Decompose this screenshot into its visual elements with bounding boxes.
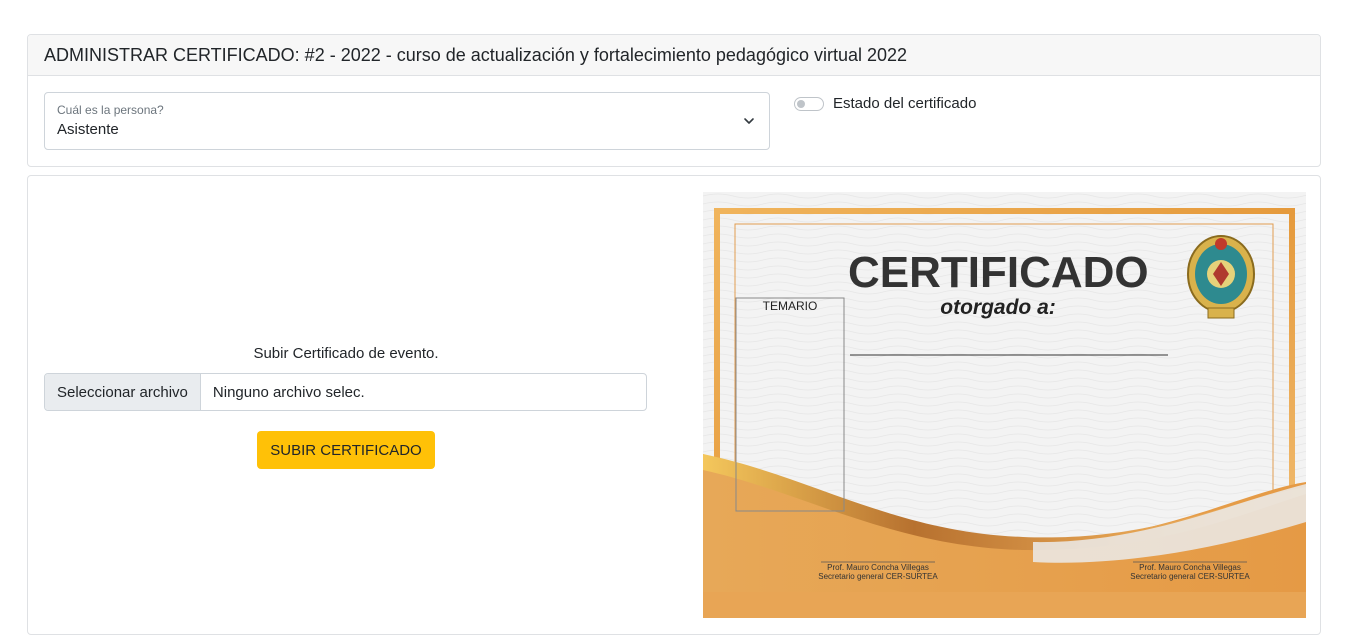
certificate-box-label: TEMARIO bbox=[762, 299, 818, 313]
signature-role-left: Secretario general CER-SURTEA bbox=[818, 572, 938, 581]
certificate-subtitle: otorgado a: bbox=[940, 296, 1056, 319]
status-toggle[interactable]: Estado del certificado bbox=[794, 95, 976, 112]
signature-role-right: Secretario general CER-SURTEA bbox=[1130, 572, 1250, 581]
file-input[interactable]: Seleccionar archivo Ninguno archivo sele… bbox=[44, 373, 647, 411]
signature-name-left: Prof. Mauro Concha Villegas bbox=[827, 563, 929, 572]
choose-file-button[interactable]: Seleccionar archivo bbox=[45, 374, 201, 410]
certificate-title: CERTIFICADO bbox=[848, 248, 1149, 297]
person-select-label: Cuál es la persona? bbox=[57, 103, 164, 117]
person-select-value: Asistente bbox=[57, 121, 119, 138]
upload-certificate-button[interactable]: SUBIR CERTIFICADO bbox=[257, 431, 435, 469]
page-title: ADMINISTRAR CERTIFICADO: #2 - 2022 - cur… bbox=[28, 35, 1320, 76]
person-select[interactable]: Cuál es la persona? Asistente bbox=[44, 92, 770, 150]
certificate-upload-card: Subir Certificado de evento. Seleccionar… bbox=[27, 175, 1321, 635]
status-toggle-switch[interactable] bbox=[794, 96, 824, 111]
file-name-display: Ninguno archivo selec. bbox=[212, 383, 365, 401]
certificate-preview: CERTIFICADO otorgado a: TEMARIO Prof. Ma… bbox=[703, 192, 1306, 618]
upload-section: Subir Certificado de evento. Seleccionar… bbox=[44, 344, 648, 469]
status-toggle-label: Estado del certificado bbox=[833, 95, 977, 112]
toggle-knob bbox=[797, 99, 805, 108]
chevron-down-icon bbox=[744, 118, 754, 124]
certificate-settings-card: ADMINISTRAR CERTIFICADO: #2 - 2022 - cur… bbox=[27, 34, 1321, 167]
upload-caption: Subir Certificado de evento. bbox=[253, 345, 439, 362]
signature-name-right: Prof. Mauro Concha Villegas bbox=[1139, 563, 1241, 572]
